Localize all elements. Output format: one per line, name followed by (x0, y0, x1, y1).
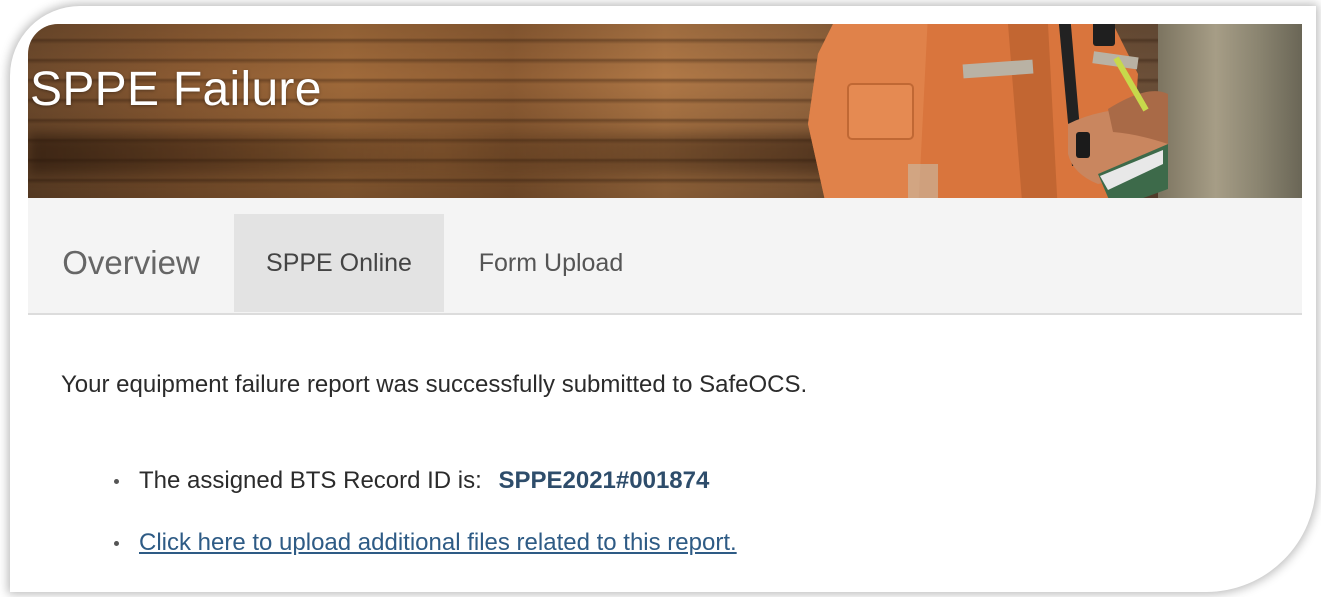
screenshot-stage: SPPE Failure Overview SPPE Online Form U… (0, 0, 1321, 597)
tab-overview[interactable]: Overview (28, 214, 234, 312)
page-card: SPPE Failure Overview SPPE Online Form U… (28, 24, 1302, 580)
tab-sppe-online[interactable]: SPPE Online (234, 214, 444, 312)
upload-files-link[interactable]: Click here to upload additional files re… (139, 529, 737, 556)
tab-bar: Overview SPPE Online Form Upload (28, 198, 1302, 315)
record-id-value: SPPE2021#001874 (498, 467, 710, 494)
hero-background-right (1158, 24, 1302, 198)
bullet-icon (114, 541, 119, 546)
hero-banner: SPPE Failure (28, 24, 1302, 198)
tab-form-upload[interactable]: Form Upload (444, 214, 658, 312)
record-id-label: The assigned BTS Record ID is: (139, 467, 482, 494)
success-message: Your equipment failure report was succes… (61, 371, 808, 398)
list-item-upload-link: Click here to upload additional files re… (106, 523, 737, 580)
list-item-record-id: The assigned BTS Record ID is: SPPE2021#… (106, 461, 737, 523)
bullet-icon (114, 479, 119, 484)
worker-photo-illustration (808, 24, 1168, 198)
result-list: The assigned BTS Record ID is: SPPE2021#… (106, 461, 737, 580)
hero-blur-band (28, 134, 848, 174)
page-title: SPPE Failure (30, 63, 322, 116)
main-content: Your equipment failure report was succes… (28, 315, 1302, 580)
